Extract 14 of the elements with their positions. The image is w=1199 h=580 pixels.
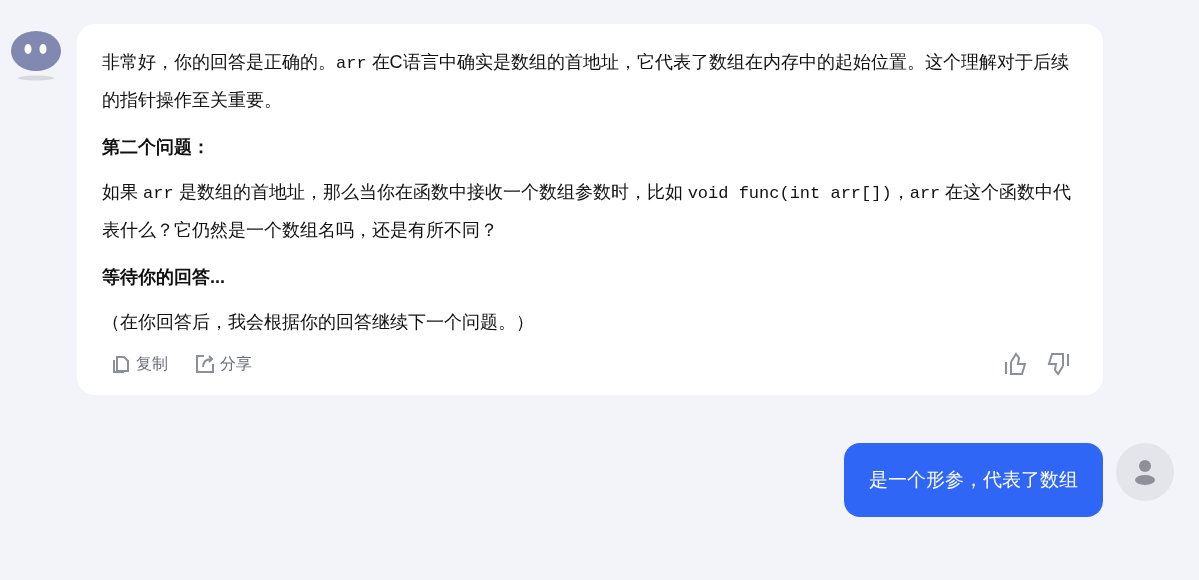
copy-button[interactable]: 复制 xyxy=(110,352,168,376)
share-icon xyxy=(194,353,216,375)
share-button[interactable]: 分享 xyxy=(194,352,252,376)
message-paragraph: 如果 arr 是数组的首地址，那么当你在函数中接收一个数组参数时，比如 void func(int arr[])，arr 在这个函数中代表什么？它仍然是一个数组名吗，还是有所不同？ xyxy=(102,181,1073,242)
section-heading: 第二个问题： xyxy=(102,136,211,159)
thumbs-down-icon[interactable] xyxy=(1045,351,1071,377)
message-paragraph: （在你回答后，我会根据你的回答继续下一个问题。） xyxy=(102,311,535,334)
message-paragraph: 非常好，你的回答是正确的。arr 在C语言中确实是数组的首地址，它代表了数组在内存中的起始位置。这个理解对于后续的指针操作至关重要。 xyxy=(102,51,1070,112)
user-icon xyxy=(1134,459,1156,485)
copy-icon xyxy=(110,353,132,375)
bot-avatar-icon xyxy=(10,29,62,81)
thumbs-up-icon[interactable] xyxy=(1003,351,1029,377)
user-message-bubble: 是一个形参，代表了数组 xyxy=(844,443,1103,517)
section-heading: 等待你的回答... xyxy=(102,266,226,289)
